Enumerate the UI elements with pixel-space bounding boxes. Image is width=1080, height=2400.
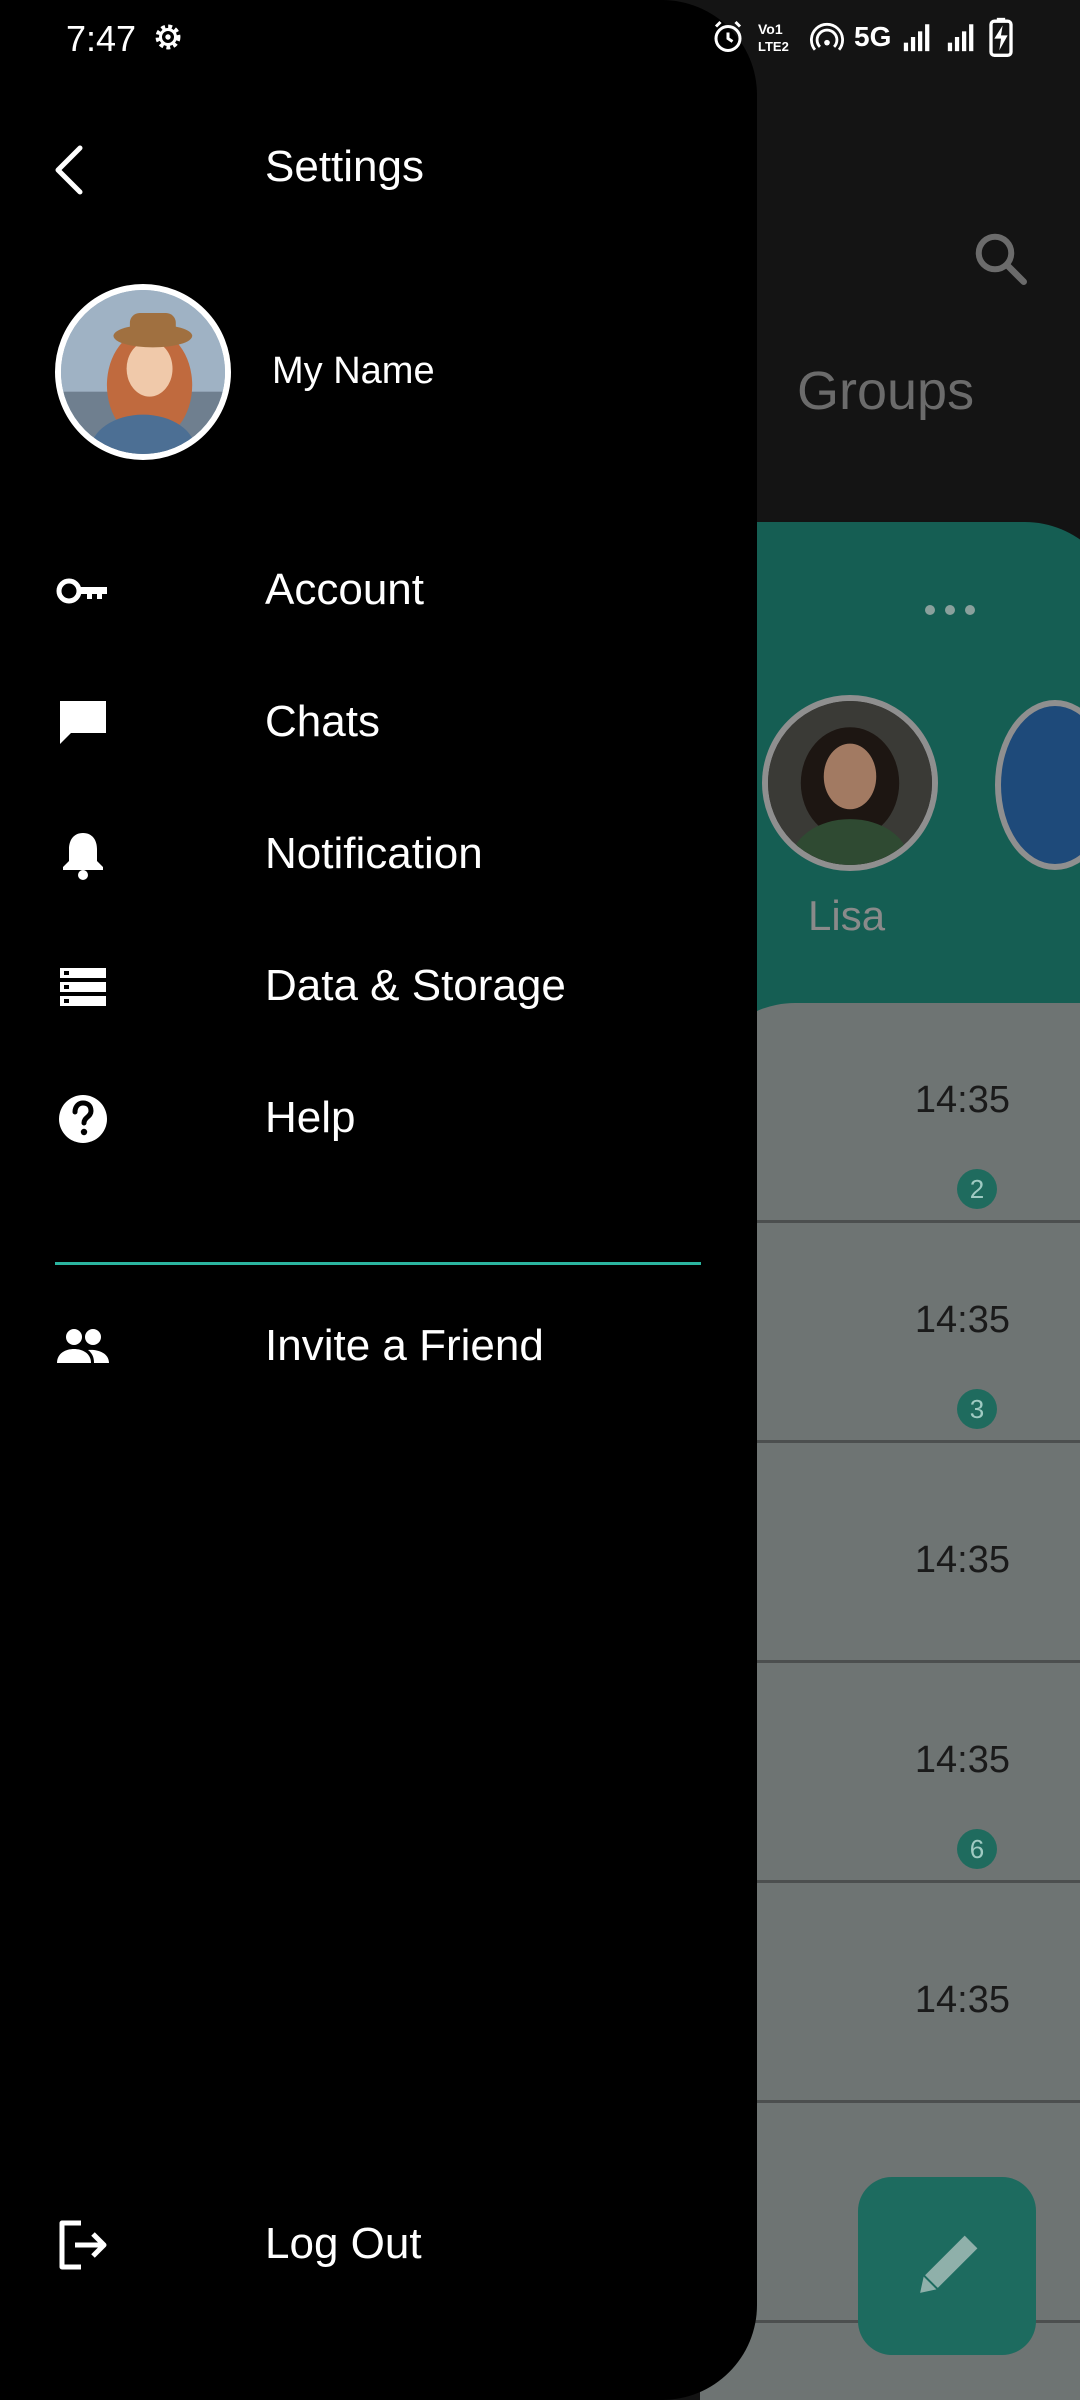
svg-text:Vo1: Vo1: [758, 21, 783, 37]
chat-row[interactable]: 14:35 2: [700, 1003, 1080, 1223]
menu-label: Chats: [265, 697, 380, 746]
chat-row[interactable]: 14:35 6: [700, 1663, 1080, 1883]
chat-time: 14:35: [914, 1979, 1010, 2021]
signal-icon: [904, 24, 930, 52]
logout-icon: [59, 2220, 107, 2270]
chat-row[interactable]: 14:35: [700, 1883, 1080, 2103]
profile-name[interactable]: My Name: [272, 350, 435, 393]
alarm-icon: [714, 20, 742, 52]
chat-time: 14:35: [914, 1079, 1010, 1121]
menu-item-help[interactable]: Help: [0, 1063, 757, 1173]
drawer-title: Settings: [265, 142, 424, 191]
menu-item-account[interactable]: Account: [0, 535, 757, 645]
tab-groups[interactable]: Groups: [797, 360, 974, 422]
menu-item-chats[interactable]: Chats: [0, 667, 757, 777]
compose-button[interactable]: [858, 2177, 1036, 2355]
avatar-photo: [61, 290, 225, 454]
status-time: 7:47: [66, 18, 137, 59]
unread-badge: 6: [957, 1829, 997, 1869]
signal-icon: [948, 24, 974, 52]
battery-charging-icon: [989, 17, 1014, 57]
people-icon: [57, 1329, 109, 1363]
svg-text:LTE2: LTE2: [758, 39, 789, 54]
avatar-photo: [768, 701, 932, 865]
more-icon[interactable]: [920, 600, 980, 620]
volte-icon: Vo1 LTE2: [758, 21, 789, 54]
search-icon[interactable]: [970, 228, 1030, 288]
menu-item-invite-friend[interactable]: Invite a Friend: [0, 1291, 757, 1401]
chat-time: 14:35: [914, 1739, 1010, 1781]
bell-icon: [63, 833, 103, 880]
profile-avatar[interactable]: [55, 284, 231, 460]
chat-row[interactable]: 14:35 3: [700, 1223, 1080, 1443]
chat-time: 14:35: [914, 1299, 1010, 1341]
menu-label: Invite a Friend: [265, 1321, 544, 1370]
menu-item-data-storage[interactable]: Data & Storage: [0, 931, 757, 1041]
status-icons: Vo1 LTE2 5G: [710, 15, 1014, 59]
menu-label: Notification: [265, 829, 483, 878]
key-icon: [56, 578, 107, 604]
network-type: 5G: [854, 21, 892, 52]
menu-label: Log Out: [265, 2219, 422, 2268]
menu-label: Help: [265, 1093, 356, 1142]
chat-time: 14:35: [914, 1539, 1010, 1581]
chat-icon: [60, 701, 106, 744]
chat-row[interactable]: 14:35: [700, 1443, 1080, 1663]
story-avatar-lisa[interactable]: [762, 695, 938, 871]
menu-label: Account: [265, 565, 424, 614]
gear-icon: [155, 24, 181, 50]
pencil-icon: [920, 2235, 978, 2293]
back-arrow-icon[interactable]: [48, 140, 92, 200]
menu-item-notification[interactable]: Notification: [0, 799, 757, 909]
menu-label: Data & Storage: [265, 961, 566, 1010]
logout-button[interactable]: Log Out: [0, 2189, 757, 2299]
help-icon: [59, 1095, 107, 1143]
settings-drawer: Settings My Name Account Chats Notificat…: [0, 0, 757, 2400]
story-name: Lisa: [808, 892, 886, 939]
storage-icon: [60, 968, 106, 1006]
unread-badge: 3: [957, 1389, 997, 1429]
hotspot-icon: [810, 22, 844, 51]
unread-badge: 2: [957, 1169, 997, 1209]
menu-divider: [55, 1262, 701, 1265]
